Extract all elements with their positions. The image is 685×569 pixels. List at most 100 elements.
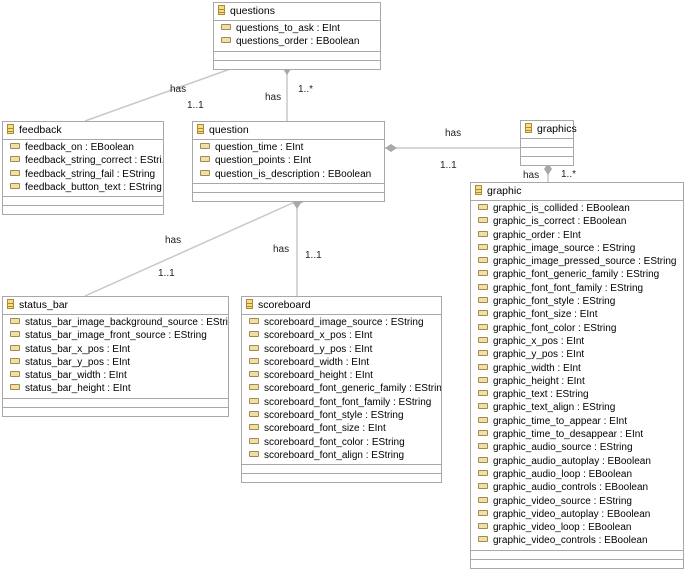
attribute-row[interactable]: feedback_on : EBoolean bbox=[3, 141, 163, 154]
class-header[interactable]: questions bbox=[214, 3, 380, 21]
attribute-row[interactable]: scoreboard_font_style : EString bbox=[242, 409, 441, 422]
attribute-row[interactable]: graphic_order : EInt bbox=[471, 229, 683, 242]
attributes-compartment: status_bar_image_background_source : ESt… bbox=[3, 315, 228, 399]
attribute-row[interactable]: graphic_font_font_family : EString bbox=[471, 282, 683, 295]
attribute-row[interactable]: scoreboard_font_generic_family : EString bbox=[242, 382, 441, 395]
attribute-row[interactable]: scoreboard_x_pos : EInt bbox=[242, 329, 441, 342]
attribute-row[interactable]: graphic_video_source : EString bbox=[471, 495, 683, 508]
attribute-row[interactable]: graphic_font_color : EString bbox=[471, 322, 683, 335]
relation-label: has bbox=[445, 128, 462, 139]
eattribute-icon bbox=[478, 243, 488, 250]
relation-label: has bbox=[265, 92, 282, 103]
attribute-row[interactable]: graphic_image_pressed_source : EString bbox=[471, 255, 683, 268]
attribute-row[interactable]: graphic_video_autoplay : EBoolean bbox=[471, 508, 683, 521]
attribute-label: graphic_video_source : EString bbox=[493, 495, 632, 507]
attribute-row[interactable]: status_bar_height : EInt bbox=[3, 382, 228, 395]
eattribute-icon bbox=[478, 297, 488, 304]
attribute-row[interactable]: question_points : EInt bbox=[193, 154, 384, 167]
attribute-row[interactable]: scoreboard_font_color : EString bbox=[242, 436, 441, 449]
eattribute-icon bbox=[478, 310, 488, 317]
class-header[interactable]: feedback bbox=[3, 122, 163, 140]
attribute-label: scoreboard_y_pos : EInt bbox=[264, 343, 373, 355]
relation-label: has bbox=[523, 170, 540, 181]
attribute-row[interactable]: graphic_video_loop : EBoolean bbox=[471, 521, 683, 534]
attribute-row[interactable]: scoreboard_image_source : EString bbox=[242, 316, 441, 329]
attribute-row[interactable]: status_bar_image_front_source : EString bbox=[3, 329, 228, 342]
class-question[interactable]: question question_time : EInt question_poi… bbox=[192, 121, 385, 202]
attribute-row[interactable]: graphic_video_controls : EBoolean bbox=[471, 534, 683, 547]
class-header[interactable]: scoreboard bbox=[242, 297, 441, 315]
attribute-row[interactable]: scoreboard_width : EInt bbox=[242, 356, 441, 369]
attribute-row[interactable]: graphic_font_generic_family : EString bbox=[471, 268, 683, 281]
attribute-row[interactable]: questions_order : EBoolean bbox=[214, 35, 380, 48]
attribute-label: graphic_font_size : EInt bbox=[493, 309, 598, 321]
eattribute-icon bbox=[249, 344, 259, 351]
attribute-row[interactable]: graphic_audio_loop : EBoolean bbox=[471, 468, 683, 481]
attribute-row[interactable]: graphic_x_pos : EInt bbox=[471, 335, 683, 348]
class-graphic[interactable]: graphic graphic_is_collided : EBoolean gra… bbox=[470, 182, 684, 569]
attribute-row[interactable]: status_bar_y_pos : EInt bbox=[3, 356, 228, 369]
attribute-label: graphic_image_source : EString bbox=[493, 242, 636, 254]
attribute-row[interactable]: scoreboard_font_size : EInt bbox=[242, 422, 441, 435]
attribute-label: status_bar_x_pos : EInt bbox=[25, 343, 131, 355]
attribute-label: graphic_font_generic_family : EString bbox=[493, 269, 660, 281]
attribute-label: status_bar_height : EInt bbox=[25, 383, 131, 395]
class-feedback[interactable]: feedback feedback_on : EBoolean feedback_s… bbox=[2, 121, 164, 216]
attribute-row[interactable]: graphic_y_pos : EInt bbox=[471, 348, 683, 361]
attribute-row[interactable]: graphic_is_collided : EBoolean bbox=[471, 202, 683, 215]
class-status-bar[interactable]: status_bar status_bar_image_background_so… bbox=[2, 296, 229, 417]
attribute-row[interactable]: question_is_description : EBoolean bbox=[193, 168, 384, 181]
attribute-row[interactable]: graphic_audio_controls : EBoolean bbox=[471, 481, 683, 494]
attribute-row[interactable]: scoreboard_font_align : EString bbox=[242, 449, 441, 462]
attribute-row[interactable]: feedback_string_correct : EStri... bbox=[3, 154, 163, 167]
attribute-row[interactable]: scoreboard_y_pos : EInt bbox=[242, 343, 441, 356]
attribute-row[interactable]: graphic_width : EInt bbox=[471, 362, 683, 375]
attribute-row[interactable]: graphic_font_style : EString bbox=[471, 295, 683, 308]
class-questions[interactable]: questions questions_to_ask : EInt question… bbox=[213, 2, 381, 70]
attributes-compartment: question_time : EInt question_points : EI… bbox=[193, 140, 384, 184]
attribute-label: graphic_is_collided : EBoolean bbox=[493, 203, 630, 214]
class-header[interactable]: graphics bbox=[521, 121, 577, 139]
attribute-row[interactable]: graphic_audio_source : EString bbox=[471, 441, 683, 454]
class-graphics[interactable]: graphics bbox=[520, 120, 577, 166]
attribute-row[interactable]: status_bar_x_pos : EInt bbox=[3, 343, 228, 356]
class-header[interactable]: question bbox=[193, 122, 384, 140]
class-scoreboard[interactable]: scoreboard scoreboard_image_source : EStr… bbox=[241, 296, 442, 484]
attribute-row[interactable]: feedback_string_fail : EString bbox=[3, 168, 163, 181]
attribute-row[interactable]: graphic_font_size : EInt bbox=[471, 308, 683, 321]
attribute-row[interactable]: graphic_audio_autoplay : EBoolean bbox=[471, 455, 683, 468]
attribute-label: feedback_button_text : EString bbox=[25, 181, 162, 193]
relation-multiplicity: 1..* bbox=[561, 169, 577, 180]
attribute-row[interactable]: graphic_text_align : EString bbox=[471, 401, 683, 414]
attribute-row[interactable]: graphic_is_correct : EBoolean bbox=[471, 215, 683, 228]
eattribute-icon bbox=[478, 336, 488, 343]
attribute-row[interactable]: graphic_image_source : EString bbox=[471, 242, 683, 255]
eattribute-icon bbox=[478, 483, 488, 490]
operations-compartment bbox=[3, 399, 228, 408]
attributes-compartment: feedback_on : EBoolean feedback_string_co… bbox=[3, 140, 163, 198]
class-header[interactable]: graphic bbox=[471, 183, 683, 201]
attribute-row[interactable]: scoreboard_height : EInt bbox=[242, 369, 441, 382]
attribute-row[interactable]: scoreboard_font_font_family : EString bbox=[242, 396, 441, 409]
eclass-icon bbox=[525, 123, 532, 133]
attribute-row[interactable]: question_time : EInt bbox=[193, 141, 384, 154]
attribute-row[interactable]: graphic_text : EString bbox=[471, 388, 683, 401]
eattribute-icon bbox=[10, 344, 20, 351]
attribute-row[interactable]: feedback_button_text : EString bbox=[3, 181, 163, 194]
operations-compartment bbox=[242, 474, 441, 482]
composition-diamond-icon bbox=[385, 144, 397, 152]
eattribute-icon bbox=[478, 376, 488, 383]
class-name: graphic bbox=[487, 185, 522, 197]
attribute-row[interactable]: graphic_height : EInt bbox=[471, 375, 683, 388]
eattribute-icon bbox=[10, 318, 20, 324]
attribute-label: graphic_audio_autoplay : EBoolean bbox=[493, 455, 651, 467]
attribute-row[interactable]: status_bar_image_background_source : ESt… bbox=[3, 316, 228, 329]
eattribute-icon bbox=[478, 283, 488, 290]
attribute-row[interactable]: questions_to_ask : EInt bbox=[214, 22, 380, 35]
attribute-label: graphic_text : EString bbox=[493, 389, 589, 401]
relation-questions-feedback[interactable] bbox=[84, 62, 248, 122]
attribute-row[interactable]: graphic_time_to_desappear : EInt bbox=[471, 428, 683, 441]
class-header[interactable]: status_bar bbox=[3, 297, 228, 315]
attribute-row[interactable]: graphic_time_to_appear : EInt bbox=[471, 415, 683, 428]
attribute-row[interactable]: status_bar_width : EInt bbox=[3, 369, 228, 382]
